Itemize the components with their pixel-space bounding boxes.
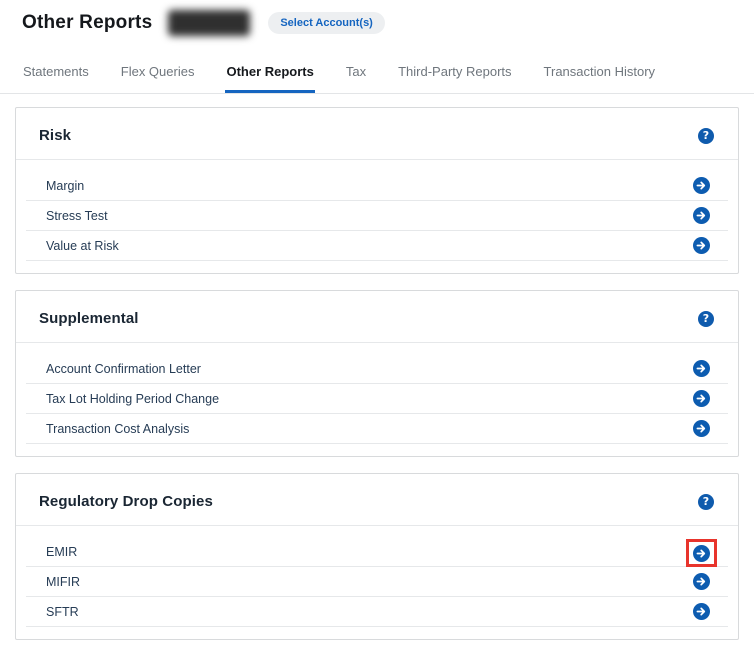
section-risk-rows: Margin Stress Test Value at Risk [16, 160, 738, 273]
report-row-label: MIFIR [46, 575, 80, 589]
tab-third-party-reports[interactable]: Third-Party Reports [397, 60, 512, 93]
red-highlight-box [686, 539, 717, 567]
report-row-transaction-cost-analysis[interactable]: Transaction Cost Analysis [26, 414, 728, 444]
arrow-right-circle-icon [693, 545, 710, 562]
report-row-margin[interactable]: Margin [26, 171, 728, 201]
run-report-button[interactable] [693, 390, 710, 407]
report-row-label: Account Confirmation Letter [46, 362, 201, 376]
reports-content: Risk ? Margin Stress Test Value at Risk [0, 94, 754, 640]
question-mark-circle-icon[interactable]: ? [698, 494, 714, 510]
run-report-button[interactable] [693, 237, 710, 254]
section-title: Risk [39, 127, 71, 144]
tab-transaction-history[interactable]: Transaction History [543, 60, 657, 93]
section-title: Supplemental [39, 310, 139, 327]
arrow-right-circle-icon [693, 207, 710, 224]
section-regulatory-drop-copies: Regulatory Drop Copies ? EMIR MIFIR SFTR [15, 473, 739, 640]
report-row-label: Transaction Cost Analysis [46, 422, 189, 436]
tab-flex-queries[interactable]: Flex Queries [120, 60, 196, 93]
section-risk: Risk ? Margin Stress Test Value at Risk [15, 107, 739, 274]
report-row-emir[interactable]: EMIR [26, 537, 728, 567]
question-mark-circle-icon[interactable]: ? [698, 128, 714, 144]
report-row-label: SFTR [46, 605, 79, 619]
report-row-stress-test[interactable]: Stress Test [26, 201, 728, 231]
run-report-button[interactable] [693, 177, 710, 194]
redacted-account-name [168, 10, 250, 36]
arrow-right-circle-icon [693, 420, 710, 437]
reports-tabbar: Statements Flex Queries Other Reports Ta… [0, 60, 754, 94]
report-row-account-confirmation-letter[interactable]: Account Confirmation Letter [26, 354, 728, 384]
arrow-right-circle-icon [693, 603, 710, 620]
arrow-right-circle-icon [693, 177, 710, 194]
section-regulatory-rows: EMIR MIFIR SFTR [16, 526, 738, 639]
run-report-button[interactable] [693, 420, 710, 437]
report-row-label: Tax Lot Holding Period Change [46, 392, 219, 406]
report-row-sftr[interactable]: SFTR [26, 597, 728, 627]
tab-other-reports[interactable]: Other Reports [225, 60, 314, 93]
run-report-button[interactable] [693, 360, 710, 377]
section-supplemental: Supplemental ? Account Confirmation Lett… [15, 290, 739, 457]
question-mark-circle-icon[interactable]: ? [698, 311, 714, 327]
tab-tax[interactable]: Tax [345, 60, 367, 93]
report-row-label: Value at Risk [46, 239, 119, 253]
report-row-value-at-risk[interactable]: Value at Risk [26, 231, 728, 261]
report-row-tax-lot-holding-period-change[interactable]: Tax Lot Holding Period Change [26, 384, 728, 414]
section-supplemental-rows: Account Confirmation Letter Tax Lot Hold… [16, 343, 738, 456]
run-report-button[interactable] [693, 207, 710, 224]
report-row-label: Margin [46, 179, 84, 193]
run-report-button[interactable] [693, 573, 710, 590]
section-title: Regulatory Drop Copies [39, 493, 213, 510]
page-title: Other Reports [22, 12, 152, 34]
arrow-right-circle-icon [693, 573, 710, 590]
select-accounts-button[interactable]: Select Account(s) [268, 12, 385, 34]
report-row-label: Stress Test [46, 209, 108, 223]
run-report-button[interactable] [693, 545, 710, 562]
page-header: Other Reports Select Account(s) [0, 0, 754, 38]
report-row-mifir[interactable]: MIFIR [26, 567, 728, 597]
section-risk-header: Risk ? [16, 108, 738, 160]
report-row-label: EMIR [46, 545, 77, 559]
arrow-right-circle-icon [693, 390, 710, 407]
arrow-right-circle-icon [693, 360, 710, 377]
run-report-button[interactable] [693, 603, 710, 620]
section-supplemental-header: Supplemental ? [16, 291, 738, 343]
arrow-right-circle-icon [693, 237, 710, 254]
tab-statements[interactable]: Statements [22, 60, 90, 93]
section-regulatory-header: Regulatory Drop Copies ? [16, 474, 738, 526]
